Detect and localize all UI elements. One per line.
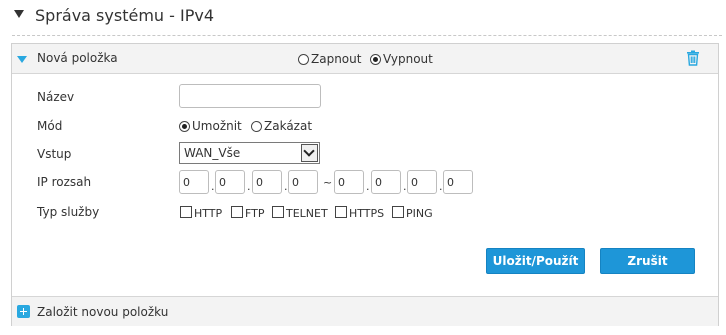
trash-icon[interactable] <box>686 50 700 66</box>
chevron-down-icon[interactable] <box>301 144 318 162</box>
service-http-label: HTTP <box>194 207 223 220</box>
service-telnet-label: TELNET <box>286 207 328 220</box>
ip-dot: . <box>284 180 288 193</box>
ip-end-octet-1[interactable]: 0 <box>334 170 364 194</box>
mode-deny-radio[interactable]: Zakázat <box>251 119 312 133</box>
service-telnet-checkbox[interactable] <box>272 206 284 218</box>
mode-allow-label: Umožnit <box>192 119 242 133</box>
service-ftp-label: FTP <box>245 207 265 220</box>
ip-end-octet-3[interactable]: 0 <box>407 170 437 194</box>
ip-dot: . <box>439 180 443 193</box>
service-ping-label: PING <box>406 207 433 220</box>
disable-radio-label: Vypnout <box>383 52 433 66</box>
service-http-checkbox[interactable] <box>180 206 192 218</box>
service-https-label: HTTPS <box>349 207 385 220</box>
add-entry-row[interactable]: Založit novou položku <box>12 296 718 326</box>
mode-allow-radio-circle[interactable] <box>179 121 190 132</box>
ip-start-octet-3[interactable]: 0 <box>252 170 282 194</box>
ip-range-separator: ~ <box>323 176 333 189</box>
service-https-checkbox[interactable] <box>335 206 347 218</box>
ip-dot: . <box>366 180 370 193</box>
entry-panel: Nová položka Zapnout Vypnout Název Mód U… <box>11 43 719 326</box>
expand-arrow-icon[interactable] <box>17 56 27 63</box>
collapse-arrow-icon[interactable] <box>14 10 24 18</box>
ip-start-octet-1[interactable]: 0 <box>179 170 209 194</box>
mode-label: Mód <box>37 119 63 133</box>
add-entry-label[interactable]: Založit novou položku <box>37 305 168 319</box>
save-apply-button[interactable]: Uložit/Použít <box>486 248 585 274</box>
plus-icon[interactable] <box>17 305 30 318</box>
enable-radio[interactable]: Zapnout <box>298 52 361 66</box>
service-ftp-checkbox[interactable] <box>231 206 243 218</box>
disable-radio[interactable]: Vypnout <box>370 52 433 66</box>
input-select-value: WAN_Vše <box>184 146 241 160</box>
ip-dot: . <box>247 180 251 193</box>
service-type-label: Typ služby <box>37 205 100 219</box>
divider <box>12 35 722 36</box>
enable-radio-circle[interactable] <box>298 54 309 65</box>
name-input[interactable] <box>179 84 321 108</box>
section-header[interactable]: Správa systému - IPv4 <box>0 0 726 36</box>
input-label: Vstup <box>37 147 72 161</box>
ip-start-octet-4[interactable]: 0 <box>288 170 318 194</box>
cancel-button[interactable]: Zrušit <box>600 248 695 274</box>
ip-dot: . <box>403 180 407 193</box>
enable-radio-label: Zapnout <box>311 52 362 66</box>
name-label: Název <box>37 90 75 104</box>
disable-radio-circle[interactable] <box>370 54 381 65</box>
mode-deny-radio-circle[interactable] <box>251 121 262 132</box>
service-ping-checkbox[interactable] <box>392 206 404 218</box>
ip-end-octet-4[interactable]: 0 <box>443 170 473 194</box>
ip-dot: . <box>211 180 215 193</box>
ip-start-octet-2[interactable]: 0 <box>215 170 245 194</box>
input-select[interactable]: WAN_Vše <box>179 142 320 164</box>
mode-allow-radio[interactable]: Umožnit <box>179 119 242 133</box>
ip-end-octet-2[interactable]: 0 <box>371 170 401 194</box>
ip-range-label: IP rozsah <box>37 175 92 189</box>
section-title: Správa systému - IPv4 <box>35 6 214 25</box>
entry-title: Nová položka <box>37 51 118 65</box>
entry-header: Nová položka Zapnout Vypnout <box>12 44 718 74</box>
mode-deny-label: Zakázat <box>264 119 313 133</box>
